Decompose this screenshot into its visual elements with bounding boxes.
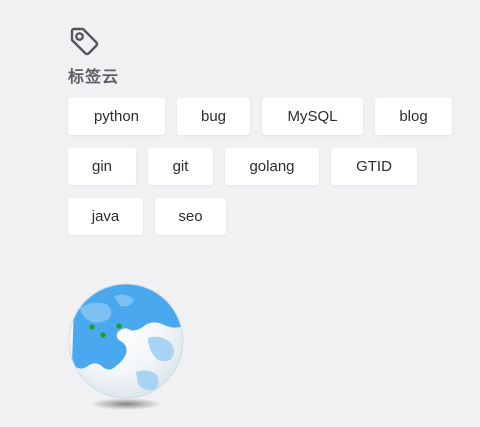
- globe-icon: [68, 283, 184, 410]
- globe-widget[interactable]: [66, 280, 192, 412]
- tag-java[interactable]: java: [68, 198, 143, 235]
- globe-marker: [116, 323, 122, 329]
- globe-shadow: [90, 398, 162, 410]
- tag-row-1: python bug MySQL blog: [68, 98, 468, 135]
- tag-list: python bug MySQL blog gin git golang GTI…: [68, 98, 468, 248]
- tag-icon: [70, 27, 99, 56]
- tag-git[interactable]: git: [148, 148, 213, 185]
- tag-cloud-title: 标签云: [68, 69, 120, 86]
- tag-golang[interactable]: golang: [225, 148, 319, 185]
- globe-marker: [100, 332, 106, 338]
- tag-blog[interactable]: blog: [375, 98, 452, 135]
- tag-python[interactable]: python: [68, 98, 165, 135]
- tag-row-3: java seo: [68, 198, 468, 235]
- tag-row-2: gin git golang GTID: [68, 148, 468, 185]
- tag-mysql[interactable]: MySQL: [262, 98, 363, 135]
- tag-gin[interactable]: gin: [68, 148, 136, 185]
- tag-bug[interactable]: bug: [177, 98, 250, 135]
- tag-seo[interactable]: seo: [155, 198, 226, 235]
- page: 标签云 python bug MySQL blog gin git golang…: [0, 0, 480, 427]
- globe-marker: [89, 324, 95, 330]
- tag-cloud-header: 标签云: [68, 25, 119, 87]
- tag-gtid[interactable]: GTID: [331, 148, 417, 185]
